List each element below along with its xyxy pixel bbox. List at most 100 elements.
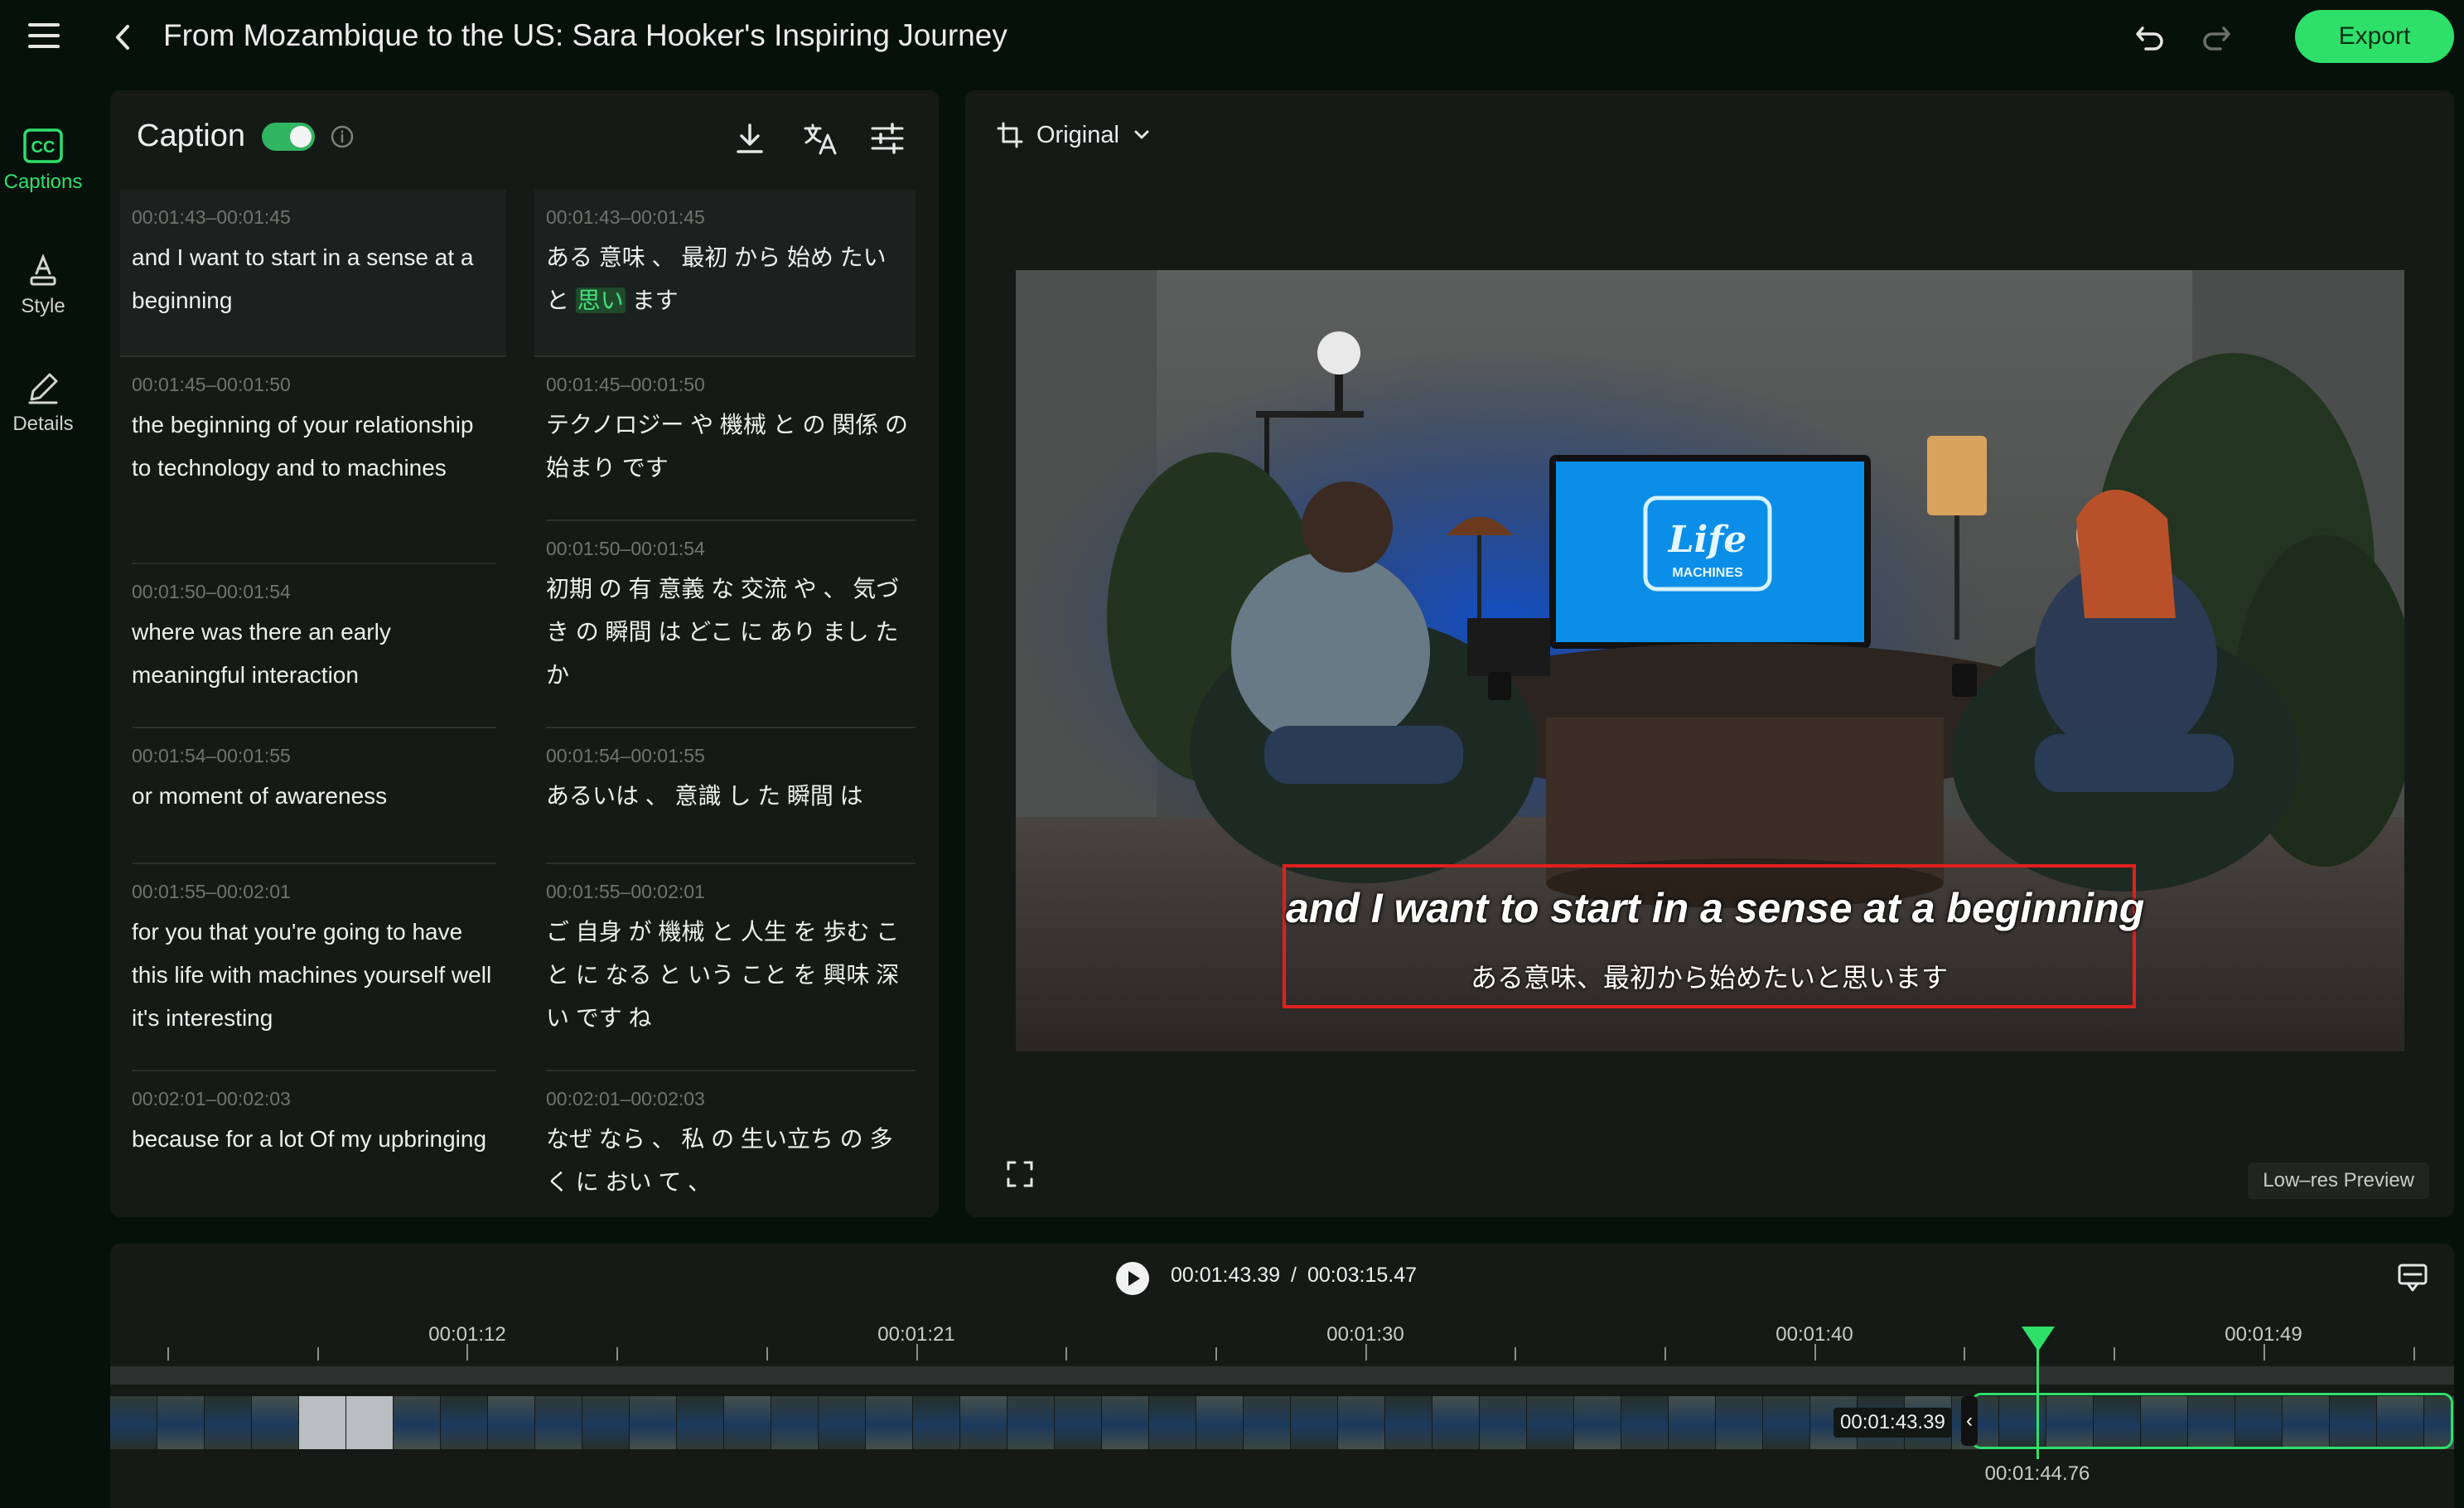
- cue-timestamp: 00:01:55–00:02:01: [132, 881, 291, 902]
- filmstrip-frame: [299, 1396, 345, 1449]
- undo-icon[interactable]: [2131, 18, 2169, 56]
- ruler-tick: [167, 1347, 169, 1361]
- cue-timestamp: 00:01:43–00:01:45: [546, 206, 705, 228]
- cue-text[interactable]: the beginning of your relationship to te…: [132, 404, 496, 490]
- cc-icon: CC: [23, 128, 63, 163]
- export-button[interactable]: Export: [2295, 10, 2454, 63]
- ruler-label: 00:01:40: [1776, 1323, 1853, 1346]
- cue-text[interactable]: なぜ なら 、 私 の 生い立ち の 多く に おい て 、: [546, 1118, 916, 1204]
- time-separator: /: [1291, 1264, 1297, 1287]
- rail-item-captions[interactable]: CC Captions: [0, 128, 86, 194]
- cue-timestamp: 00:01:43–00:01:45: [132, 206, 291, 228]
- monitor-logo-sub: MACHINES: [1672, 566, 1743, 580]
- caption-cue[interactable]: 00:01:55–00:02:01 ご 自身 が 機械 と 人生 を 歩む こと…: [546, 864, 916, 1071]
- monitor-logo-text: Life: [1667, 519, 1747, 561]
- svg-text:CC: CC: [31, 138, 56, 157]
- caption-cue[interactable]: 00:01:43–00:01:45 ある 意味 、 最初 から 始め たい と …: [534, 190, 916, 357]
- fullscreen-icon[interactable]: [1005, 1159, 1035, 1189]
- translated-caption-column: 00:01:43–00:01:45 ある 意味 、 最初 から 始め たい と …: [534, 190, 916, 1217]
- cue-text[interactable]: あるいは 、 意識 し た 瞬間 は: [546, 775, 916, 818]
- filmstrip-frame: [1527, 1396, 1573, 1449]
- cue-text[interactable]: for you that you're going to have this l…: [132, 911, 496, 1040]
- preview-panel: Original Life MACHINES and I want to sta…: [965, 90, 2454, 1217]
- translate-icon[interactable]: [802, 120, 838, 157]
- caption-cue[interactable]: 00:01:45–00:01:50 テクノロジー や 機械 と の 関係 の 始…: [546, 357, 916, 521]
- playhead-handle[interactable]: [2022, 1327, 2055, 1351]
- crop-icon: [997, 122, 1023, 148]
- filmstrip-frame: [1480, 1396, 1526, 1449]
- filmstrip-frame: [346, 1396, 393, 1449]
- ruler-tick: [1814, 1344, 1816, 1361]
- cue-timestamp: 00:01:50–00:01:54: [546, 538, 705, 559]
- caption-cue[interactable]: 00:01:45–00:01:50 the beginning of your …: [132, 357, 496, 564]
- subtitle-english: and I want to start in a sense at a begi…: [1286, 885, 2145, 931]
- caption-cue[interactable]: 00:01:54–00:01:55 or moment of awareness: [132, 728, 496, 864]
- cue-text[interactable]: 初期 の 有 意義 な 交流 や 、 気づき の 瞬間 は どこ に あり まし…: [546, 568, 916, 697]
- style-icon: [30, 253, 56, 286]
- cue-text[interactable]: and I want to start in a sense at a begi…: [132, 236, 506, 322]
- aspect-ratio-dropdown[interactable]: Original: [995, 120, 1152, 150]
- filmstrip-frame: [1763, 1396, 1809, 1449]
- caption-cue[interactable]: 00:02:01–00:02:03 なぜ なら 、 私 の 生い立ち の 多く …: [546, 1071, 916, 1217]
- playhead-line[interactable]: [2036, 1343, 2039, 1459]
- cue-text-part: ます: [625, 288, 679, 313]
- filmstrip-frame: [582, 1396, 629, 1449]
- rail-label-captions: Captions: [3, 171, 83, 193]
- cue-timestamp: 00:01:54–00:01:55: [546, 745, 705, 766]
- filmstrip-frame: [960, 1396, 1007, 1449]
- caption-cue[interactable]: 00:02:01–00:02:03 because for a lot Of m…: [132, 1071, 496, 1217]
- low-res-preview-badge[interactable]: Low–res Preview: [2248, 1162, 2429, 1199]
- back-icon[interactable]: [108, 18, 141, 56]
- filmstrip-frame: [1149, 1396, 1196, 1449]
- project-title: From Mozambique to the US: Sara Hooker's…: [163, 18, 1007, 52]
- cue-timestamp: 00:01:54–00:01:55: [132, 745, 291, 766]
- filmstrip-frame: [205, 1396, 251, 1449]
- filmstrip-frame: [1385, 1396, 1432, 1449]
- filmstrip-frame: [1433, 1396, 1479, 1449]
- cue-text[interactable]: where was there an early meaningful inte…: [132, 611, 496, 697]
- filmstrip-frame: [1621, 1396, 1668, 1449]
- subtitle-track-icon[interactable]: [2396, 1262, 2429, 1293]
- caption-cue[interactable]: 00:01:43–00:01:45 and I want to start in…: [120, 190, 506, 357]
- play-button[interactable]: [1116, 1262, 1149, 1295]
- highlighted-word: 思い: [575, 288, 626, 313]
- segment-left-handle[interactable]: ‹: [1961, 1396, 1978, 1446]
- subtitle-japanese: ある意味、最初から始めたいと思います: [1470, 963, 1948, 993]
- cue-text[interactable]: ある 意味 、 最初 から 始め たい と 思い ます: [546, 236, 916, 322]
- subtitle-overlay-box[interactable]: and I want to start in a sense at a begi…: [1283, 864, 2145, 1008]
- download-icon[interactable]: [733, 120, 766, 157]
- audio-track[interactable]: [110, 1366, 2454, 1385]
- cue-text[interactable]: or moment of awareness: [132, 775, 496, 818]
- menu-icon[interactable]: [28, 23, 60, 50]
- selected-segment[interactable]: [1971, 1393, 2453, 1449]
- ruler-tick: [616, 1347, 619, 1361]
- cue-text[interactable]: ご 自身 が 機械 と 人生 を 歩む こと に なる と いう こと を 興味…: [546, 911, 916, 1040]
- cue-timestamp: 00:01:55–00:02:01: [546, 881, 705, 902]
- filmstrip-frame: [1196, 1396, 1243, 1449]
- redo-icon[interactable]: [2197, 18, 2235, 56]
- cue-timestamp: 00:01:50–00:01:54: [132, 581, 291, 602]
- cue-text[interactable]: because for a lot Of my upbringing: [132, 1118, 496, 1161]
- top-bar: From Mozambique to the US: Sara Hooker's…: [0, 0, 2464, 75]
- filmstrip-frame: [677, 1396, 723, 1449]
- ruler-tick: [1065, 1347, 1068, 1361]
- caption-cue[interactable]: 00:01:54–00:01:55 あるいは 、 意識 し た 瞬間 は: [546, 728, 916, 864]
- ruler-label: 00:01:12: [428, 1323, 506, 1346]
- caption-cue[interactable]: 00:01:50–00:01:54 初期 の 有 意義 な 交流 や 、 気づき…: [546, 521, 916, 728]
- caption-cue[interactable]: 00:01:50–00:01:54 where was there an ear…: [132, 564, 496, 728]
- settings-sliders-icon[interactable]: [869, 120, 906, 157]
- info-icon[interactable]: [330, 124, 355, 149]
- caption-toggle[interactable]: [262, 123, 315, 151]
- playhead-time: 00:01:44.76: [1984, 1462, 2090, 1485]
- cue-timestamp: 00:02:01–00:02:03: [546, 1088, 705, 1109]
- filmstrip-frame: [1244, 1396, 1290, 1449]
- filmstrip-frame: [1669, 1396, 1715, 1449]
- filmstrip-frame: [535, 1396, 582, 1449]
- rail-label-style: Style: [21, 295, 65, 317]
- filmstrip-frame: [866, 1396, 912, 1449]
- video-preview[interactable]: Life MACHINES and I want to start in a s…: [1016, 270, 2404, 1051]
- rail-item-style[interactable]: Style: [0, 252, 86, 318]
- cue-text[interactable]: テクノロジー や 機械 と の 関係 の 始まり です: [546, 404, 916, 490]
- caption-cue[interactable]: 00:01:55–00:02:01 for you that you're go…: [132, 864, 496, 1071]
- rail-item-details[interactable]: Details: [0, 370, 86, 436]
